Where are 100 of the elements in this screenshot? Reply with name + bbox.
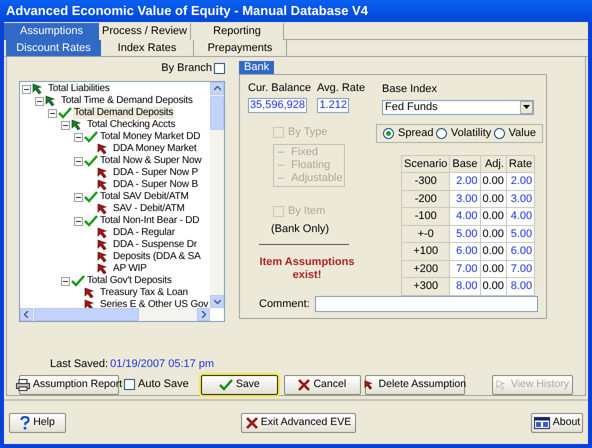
check-icon	[58, 107, 72, 119]
table-cell: 3.00	[450, 190, 480, 208]
sub-tab[interactable]: Discount Rates	[6, 40, 101, 56]
column-header: Rate	[506, 155, 535, 172]
tree-item[interactable]: Total Gov't Deposits	[86, 275, 173, 287]
radio-button[interactable]	[494, 128, 505, 138]
exit-button[interactable]: Exit Advanced EVE	[241, 412, 356, 432]
table-cell: 5.00	[506, 225, 535, 242]
tree-item[interactable]: Total SAV Debit/ATM	[99, 191, 190, 203]
save-button[interactable]: Save	[200, 374, 278, 394]
tree-item[interactable]: DDA - Super Now P	[112, 167, 199, 179]
minus-icon	[76, 160, 81, 162]
rate-field[interactable]: 1.212	[316, 98, 349, 112]
tree-item[interactable]: Total Non-Int Bear - DD	[99, 215, 200, 227]
collapse-toggle[interactable]	[61, 276, 70, 286]
table-cell: 6.00	[506, 242, 535, 260]
question-icon	[20, 416, 30, 430]
table-cell: 0.00	[480, 208, 506, 225]
check-icon	[71, 275, 85, 287]
table-cell: +-0	[402, 225, 450, 242]
table-cell: +300	[402, 278, 450, 295]
tree-item[interactable]: AP WIP	[112, 263, 148, 275]
tree-item[interactable]: Series E & Other US Gov	[99, 299, 210, 308]
minus-icon	[76, 220, 81, 222]
by-type-label: By Type	[288, 124, 328, 140]
comment-field[interactable]	[314, 296, 538, 312]
table-cell: 4.00	[450, 208, 480, 225]
tree-item[interactable]: DDA - Suspense Dr	[112, 239, 198, 251]
minus-icon	[63, 124, 68, 126]
option-marker: –	[278, 144, 284, 160]
column-header: Base	[450, 155, 480, 172]
collapse-toggle[interactable]	[35, 96, 44, 106]
balance-field[interactable]: 35,596,928	[248, 98, 307, 112]
minus-icon	[76, 196, 81, 198]
delete-button[interactable]: Delete Assumption	[364, 374, 465, 394]
mode-label: Volatility	[450, 126, 492, 141]
collapse-toggle[interactable]	[61, 120, 70, 130]
collapse-toggle[interactable]	[48, 108, 57, 118]
tree-item[interactable]: Total Liabilities	[47, 83, 111, 95]
option-marker: –	[278, 158, 284, 173]
tree-item[interactable]: SAV - Debit/ATM	[112, 203, 186, 215]
column-header: Scenario	[402, 155, 450, 172]
table-cell: 0.00	[480, 225, 506, 242]
window-title: Advanced Economic Value of Equity - Manual Database V4	[6, 2, 368, 20]
table-cell: +100	[402, 242, 450, 260]
tree-item[interactable]: Total Time & Demand Deposits	[60, 95, 194, 107]
check-icon	[84, 191, 98, 203]
table-cell: 8.00	[450, 278, 480, 295]
radio-button[interactable]	[436, 128, 447, 138]
cancel-button[interactable]: Cancel	[284, 374, 361, 394]
option-marker: –	[278, 170, 284, 186]
minus-icon	[24, 88, 29, 90]
table-cell: 0.00	[480, 278, 506, 295]
auto-save-label: Auto Save	[138, 377, 189, 392]
tree-item[interactable]: Deposits (DDA & SA	[112, 251, 202, 263]
collapse-toggle[interactable]	[74, 132, 83, 142]
base-index-label: Base Index	[382, 82, 438, 97]
about-button[interactable]: About	[531, 412, 583, 432]
tree-item[interactable]: DDA - Regular	[112, 227, 176, 239]
main-tab[interactable]: Reporting	[191, 23, 284, 40]
rate-label: Avg. Rate	[316, 81, 366, 96]
close-icon	[246, 416, 258, 428]
horizontal-scrollbar[interactable]	[20, 308, 210, 321]
bank-tab[interactable]: Bank	[239, 61, 274, 74]
collapse-toggle[interactable]	[74, 192, 83, 202]
vertical-scrollbar[interactable]	[210, 82, 224, 308]
help-button[interactable]: Help	[9, 412, 66, 432]
table-cell: 0.00	[480, 190, 506, 208]
table-cell: 5.00	[450, 225, 480, 242]
check-icon	[84, 215, 98, 227]
scrollbar-thumb[interactable]	[34, 308, 139, 321]
tree-item[interactable]: Total Checking Accts	[86, 119, 176, 131]
collapse-toggle[interactable]	[22, 84, 31, 94]
tree-item[interactable]: Total Demand Deposits	[73, 107, 174, 119]
tree-item[interactable]: Total Money Market DD	[99, 131, 202, 143]
table-cell: 0.00	[480, 172, 506, 190]
table-cell: 2.00	[506, 172, 535, 190]
main-tab[interactable]: Process / Review	[99, 23, 191, 40]
radio-button[interactable]	[383, 128, 394, 138]
tree-item[interactable]: Total Now & Super Now	[99, 155, 202, 167]
scrollbar-thumb[interactable]	[210, 96, 224, 130]
table-cell: 2.00	[450, 172, 480, 190]
tree-item[interactable]: DDA - Super Now B	[112, 179, 199, 191]
mode-label: Spread	[398, 126, 434, 141]
table-cell: -100	[402, 208, 450, 225]
collapse-toggle[interactable]	[74, 156, 83, 166]
mode-label: Value	[508, 126, 536, 141]
column-header: Adj.	[480, 155, 506, 172]
main-tab[interactable]: Assumptions	[4, 23, 99, 40]
base-index-dropdown[interactable]: Fed Funds	[382, 100, 534, 114]
minus-icon	[76, 136, 81, 138]
minus-icon	[50, 112, 55, 114]
auto-save-checkbox[interactable]	[124, 379, 135, 390]
minus-icon	[37, 100, 42, 102]
tree-item[interactable]: DDA Money Market	[112, 143, 198, 155]
table-cell: 7.00	[506, 260, 535, 278]
warning-message: Item Assumptions exist!	[258, 256, 356, 282]
tree-item[interactable]: Treasury Tax & Loan	[99, 287, 189, 299]
collapse-toggle[interactable]	[74, 216, 83, 226]
by-branch-checkbox[interactable]	[214, 62, 225, 74]
